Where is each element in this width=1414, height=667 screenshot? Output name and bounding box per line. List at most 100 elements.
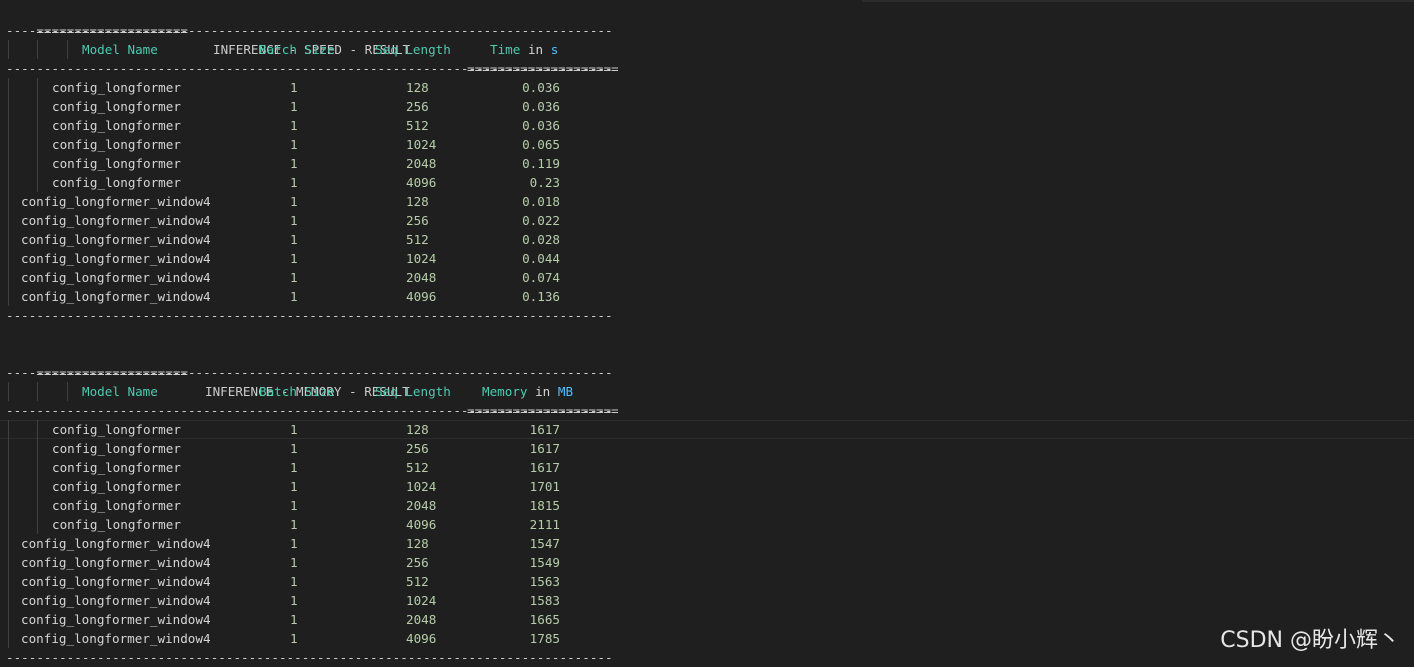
seq-length-cell: 256	[406, 441, 429, 456]
speed-separator-bottom: ----------------------------------------…	[6, 308, 613, 323]
model-name-cell: config_longformer	[52, 175, 181, 190]
table-row: config_longformer_window4 1 128 1547	[0, 534, 1414, 553]
model-name-cell: config_longformer_window4	[21, 631, 211, 646]
table-row: config_longformer_window4 1 128 0.018	[0, 192, 1414, 211]
speed-header-in: in	[527, 42, 544, 57]
indent-guide	[8, 230, 9, 249]
time-cell: 0.036	[522, 118, 560, 133]
speed-separator-top: ----------------------------------------…	[6, 23, 613, 38]
seq-length-cell: 512	[406, 118, 429, 133]
seq-length-cell: 512	[406, 460, 429, 475]
memory-cell: 1665	[529, 612, 560, 627]
model-name-cell: config_longformer	[52, 498, 181, 513]
batch-size-cell: 1	[290, 422, 298, 437]
memory-separator-bottom: ----------------------------------------…	[6, 650, 613, 665]
seq-length-cell: 1024	[406, 137, 437, 152]
model-name-cell: config_longformer_window4	[21, 574, 211, 589]
indent-guide	[8, 97, 9, 116]
batch-size-cell: 1	[290, 194, 298, 209]
indent-guide	[8, 515, 9, 534]
indent-guide	[8, 211, 9, 230]
seq-length-cell: 128	[406, 536, 429, 551]
model-name-cell: config_longformer	[52, 80, 181, 95]
batch-size-cell: 1	[290, 460, 298, 475]
batch-size-cell: 1	[290, 270, 298, 285]
memory-cell: 1617	[529, 441, 560, 456]
seq-length-cell: 128	[406, 422, 429, 437]
indent-guide	[67, 382, 68, 401]
indent-guide	[8, 420, 9, 439]
seq-length-cell: 2048	[406, 498, 437, 513]
seq-length-cell: 1024	[406, 479, 437, 494]
table-row: config_longformer_window4 1 256 1549	[0, 553, 1414, 572]
time-cell: 0.036	[522, 99, 560, 114]
indent-guide	[8, 135, 9, 154]
indent-guide	[67, 40, 68, 59]
csdn-watermark: CSDN @盼小辉丶	[1220, 628, 1400, 653]
batch-size-cell: 1	[290, 612, 298, 627]
seq-length-cell: 4096	[406, 289, 437, 304]
table-row: config_longformer_window4 1 512 1563	[0, 572, 1414, 591]
model-name-cell: config_longformer_window4	[21, 270, 211, 285]
indent-guide	[37, 135, 38, 154]
indent-guide	[8, 382, 9, 401]
indent-guide	[8, 78, 9, 97]
batch-size-cell: 1	[290, 213, 298, 228]
seq-length-cell: 128	[406, 80, 429, 95]
indent-guide	[8, 534, 9, 553]
table-row: config_longformer_window4 1 256 0.022	[0, 211, 1414, 230]
indent-guide	[37, 515, 38, 534]
memory-cell: 1547	[529, 536, 560, 551]
model-name-cell: config_longformer_window4	[21, 194, 211, 209]
speed-header-model-name: Model Name	[82, 42, 158, 57]
model-name-cell: config_longformer	[52, 422, 181, 437]
batch-size-cell: 1	[290, 479, 298, 494]
table-row: config_longformer 1 512 1617	[0, 458, 1414, 477]
table-row: config_longformer 1 2048 0.119	[0, 154, 1414, 173]
speed-header-metric-label: Time	[490, 42, 521, 57]
model-name-cell: config_longformer	[52, 479, 181, 494]
editor-top-strip	[862, 0, 1414, 2]
model-name-cell: config_longformer	[52, 441, 181, 456]
memory-header-in: in	[535, 384, 551, 399]
model-name-cell: config_longformer	[52, 517, 181, 532]
seq-length-cell: 2048	[406, 156, 437, 171]
time-cell: 0.119	[522, 156, 560, 171]
batch-size-cell: 1	[290, 156, 298, 171]
time-cell: 0.23	[529, 175, 560, 190]
indent-guide	[37, 439, 38, 458]
indent-guide	[37, 154, 38, 173]
indent-guide	[37, 173, 38, 192]
memory-cell: 1701	[529, 479, 560, 494]
table-row: config_longformer 1 2048 1815	[0, 496, 1414, 515]
seq-length-cell: 4096	[406, 517, 437, 532]
batch-size-cell: 1	[290, 289, 298, 304]
indent-guide	[8, 458, 9, 477]
time-cell: 0.028	[522, 232, 560, 247]
table-row: config_longformer_window4 1 4096 0.136	[0, 287, 1414, 306]
model-name-cell: config_longformer_window4	[21, 232, 211, 247]
indent-guide	[8, 477, 9, 496]
time-cell: 0.065	[522, 137, 560, 152]
memory-header-batch-size: Batch Size	[259, 384, 335, 399]
speed-header-row: Model Name Batch Size Seq Length Time in…	[0, 40, 1414, 59]
speed-header-seq-length: Seq Length	[375, 42, 451, 57]
seq-length-cell: 4096	[406, 631, 437, 646]
indent-guide	[8, 629, 9, 648]
memory-header-metric: Memory in MB	[482, 382, 573, 401]
model-name-cell: config_longformer_window4	[21, 612, 211, 627]
indent-guide	[37, 382, 38, 401]
indent-guide	[8, 192, 9, 211]
indent-guide	[8, 439, 9, 458]
time-cell: 0.136	[522, 289, 560, 304]
memory-cell: 2111	[529, 517, 560, 532]
speed-banner: ==================== INFERENCE - SPEED -…	[6, 2, 618, 76]
batch-size-cell: 1	[290, 555, 298, 570]
indent-guide	[37, 496, 38, 515]
time-cell: 0.044	[522, 251, 560, 266]
batch-size-cell: 1	[290, 631, 298, 646]
indent-guide	[37, 40, 38, 59]
time-cell: 0.018	[522, 194, 560, 209]
indent-guide	[8, 173, 9, 192]
indent-guide	[8, 154, 9, 173]
